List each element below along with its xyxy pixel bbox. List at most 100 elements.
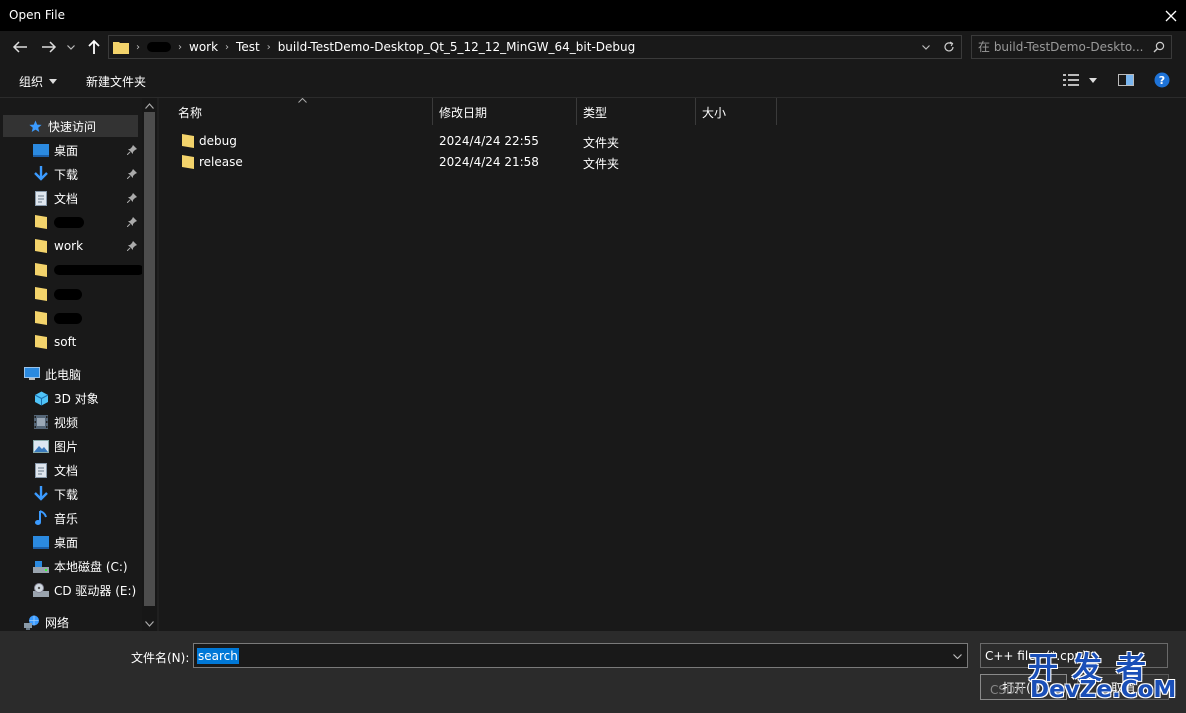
- filename-combobox[interactable]: search: [193, 643, 968, 668]
- table-row[interactable]: release 2024/4/24 21:58 文件夹: [175, 152, 775, 173]
- watermark-domain: DevZe.CoM: [1030, 677, 1177, 703]
- sidebar-item-folder-redacted[interactable]: [33, 259, 144, 281]
- up-button[interactable]: [84, 37, 104, 57]
- search-input[interactable]: [978, 39, 1146, 55]
- help-icon: ?: [1154, 72, 1170, 88]
- caret-down-icon: [1089, 77, 1097, 83]
- pin-icon[interactable]: [126, 216, 138, 228]
- pin-icon[interactable]: [126, 144, 138, 156]
- redacted-mark: [54, 288, 82, 300]
- organize-button[interactable]: 组织: [19, 73, 58, 90]
- navigation-pane: 快速访问 桌面 下载 文档 work soft 此电脑 3D 对象 视频 图片 …: [0, 98, 157, 631]
- search-box[interactable]: [971, 35, 1172, 59]
- desktop-icon: [33, 534, 49, 550]
- redacted-mark: [54, 265, 144, 275]
- filename-input[interactable]: search: [197, 648, 239, 664]
- open-file-dialog: Open File › › work › Test › build-TestDe…: [0, 0, 1186, 713]
- sidebar-item-work[interactable]: work: [33, 235, 83, 257]
- sidebar-item-label: 文档: [54, 463, 79, 478]
- download-icon: [33, 486, 49, 502]
- sidebar-item-soft[interactable]: soft: [33, 331, 76, 353]
- scroll-up-button[interactable]: [145, 101, 154, 110]
- download-icon: [33, 166, 49, 182]
- music-icon: [33, 510, 49, 526]
- sidebar-item-label: CD 驱动器 (E:): [54, 583, 137, 598]
- navigation-scrollbar[interactable]: [142, 98, 157, 631]
- scroll-down-button[interactable]: [145, 619, 154, 628]
- forward-button[interactable]: [39, 37, 59, 57]
- sidebar-item-network[interactable]: 网络: [24, 611, 69, 631]
- sidebar-item-this-pc[interactable]: 此电脑: [24, 363, 81, 385]
- folder-icon: [182, 155, 194, 169]
- close-button[interactable]: [1156, 0, 1186, 31]
- sidebar-item-documents-pc[interactable]: 文档: [33, 459, 78, 481]
- pin-icon[interactable]: [126, 240, 138, 252]
- breadcrumb-test[interactable]: Test: [232, 40, 264, 54]
- computer-icon: [24, 366, 40, 382]
- preview-pane-button[interactable]: [1118, 72, 1134, 88]
- column-divider[interactable]: [776, 98, 777, 125]
- address-row: › › work › Test › build-TestDemo-Desktop…: [0, 31, 1186, 63]
- sidebar-item-label: 快速访问: [48, 119, 97, 134]
- sidebar-item-videos[interactable]: 视频: [33, 411, 78, 433]
- sidebar-item-label: 桌面: [54, 535, 79, 550]
- sidebar-item-quick-access[interactable]: 快速访问: [27, 115, 96, 137]
- sidebar-item-label: 视频: [54, 415, 79, 430]
- sidebar-item-desktop[interactable]: 桌面: [33, 139, 78, 161]
- table-row[interactable]: debug 2024/4/24 22:55 文件夹: [175, 131, 775, 152]
- sidebar-item-folder-redacted[interactable]: [33, 307, 82, 329]
- network-icon: [24, 614, 40, 630]
- file-list: 名称 修改日期 类型 大小 debug 2024/4/24 22:55 文件夹 …: [159, 98, 1186, 631]
- new-folder-label: 新建文件夹: [86, 75, 147, 89]
- sidebar-item-downloads-pc[interactable]: 下载: [33, 483, 78, 505]
- address-bar[interactable]: › › work › Test › build-TestDemo-Desktop…: [108, 35, 962, 59]
- arrow-right-icon: [42, 41, 57, 53]
- column-divider[interactable]: [695, 98, 696, 125]
- sidebar-item-desktop-pc[interactable]: 桌面: [33, 531, 78, 553]
- help-button[interactable]: ?: [1154, 72, 1170, 88]
- column-divider[interactable]: [432, 98, 433, 125]
- folder-icon: [33, 286, 49, 302]
- file-date: 2024/4/24 22:55: [439, 134, 539, 148]
- column-header-date[interactable]: 修改日期: [439, 98, 487, 126]
- sidebar-item-label: 下载: [54, 167, 79, 182]
- sidebar-item-cd-drive-e[interactable]: CD 驱动器 (E:): [33, 579, 136, 601]
- back-button[interactable]: [10, 37, 30, 57]
- sidebar-item-music[interactable]: 音乐: [33, 507, 78, 529]
- refresh-icon: [944, 41, 954, 52]
- refresh-button[interactable]: [941, 39, 957, 55]
- filename-dropdown-button[interactable]: [951, 649, 963, 663]
- sidebar-item-folder-redacted[interactable]: [33, 283, 82, 305]
- breadcrumb-separator: ›: [136, 41, 140, 53]
- breadcrumb-current[interactable]: build-TestDemo-Desktop_Qt_5_12_12_MinGW_…: [274, 40, 640, 54]
- sidebar-item-documents[interactable]: 文档: [33, 187, 78, 209]
- sidebar-item-3d-objects[interactable]: 3D 对象: [33, 387, 99, 409]
- sidebar-item-label: 3D 对象: [54, 391, 99, 406]
- breadcrumb-work[interactable]: work: [185, 40, 222, 54]
- column-header-name[interactable]: 名称: [178, 98, 202, 126]
- sidebar-item-local-disk-c[interactable]: 本地磁盘 (C:): [33, 555, 128, 577]
- close-icon: [1165, 10, 1177, 21]
- file-name: release: [199, 155, 243, 169]
- sidebar-item-pictures[interactable]: 图片: [33, 435, 78, 457]
- pin-icon[interactable]: [126, 192, 138, 204]
- column-divider[interactable]: [576, 98, 577, 125]
- scroll-thumb[interactable]: [144, 112, 155, 606]
- sidebar-item-label: 此电脑: [45, 367, 82, 382]
- sidebar-item-downloads[interactable]: 下载: [33, 163, 78, 185]
- column-header-type[interactable]: 类型: [583, 98, 607, 126]
- file-name: debug: [199, 134, 237, 148]
- column-header-size[interactable]: 大小: [702, 98, 726, 126]
- view-options-button[interactable]: [1063, 72, 1097, 88]
- sidebar-item-folder-redacted[interactable]: [33, 211, 84, 233]
- desktop-icon: [33, 142, 49, 158]
- search-button[interactable]: [1151, 39, 1167, 55]
- sidebar-item-label: soft: [54, 335, 77, 349]
- new-folder-button[interactable]: 新建文件夹: [86, 73, 146, 90]
- sidebar-item-label: 本地磁盘 (C:): [54, 559, 128, 574]
- dialog-footer: 文件名(N): search C++ files (*.cpp) 打开(O) 取…: [0, 631, 1186, 713]
- address-history-button[interactable]: [919, 39, 933, 55]
- recent-locations-button[interactable]: [64, 37, 78, 57]
- pin-icon[interactable]: [126, 168, 138, 180]
- sidebar-item-label: 网络: [45, 615, 70, 630]
